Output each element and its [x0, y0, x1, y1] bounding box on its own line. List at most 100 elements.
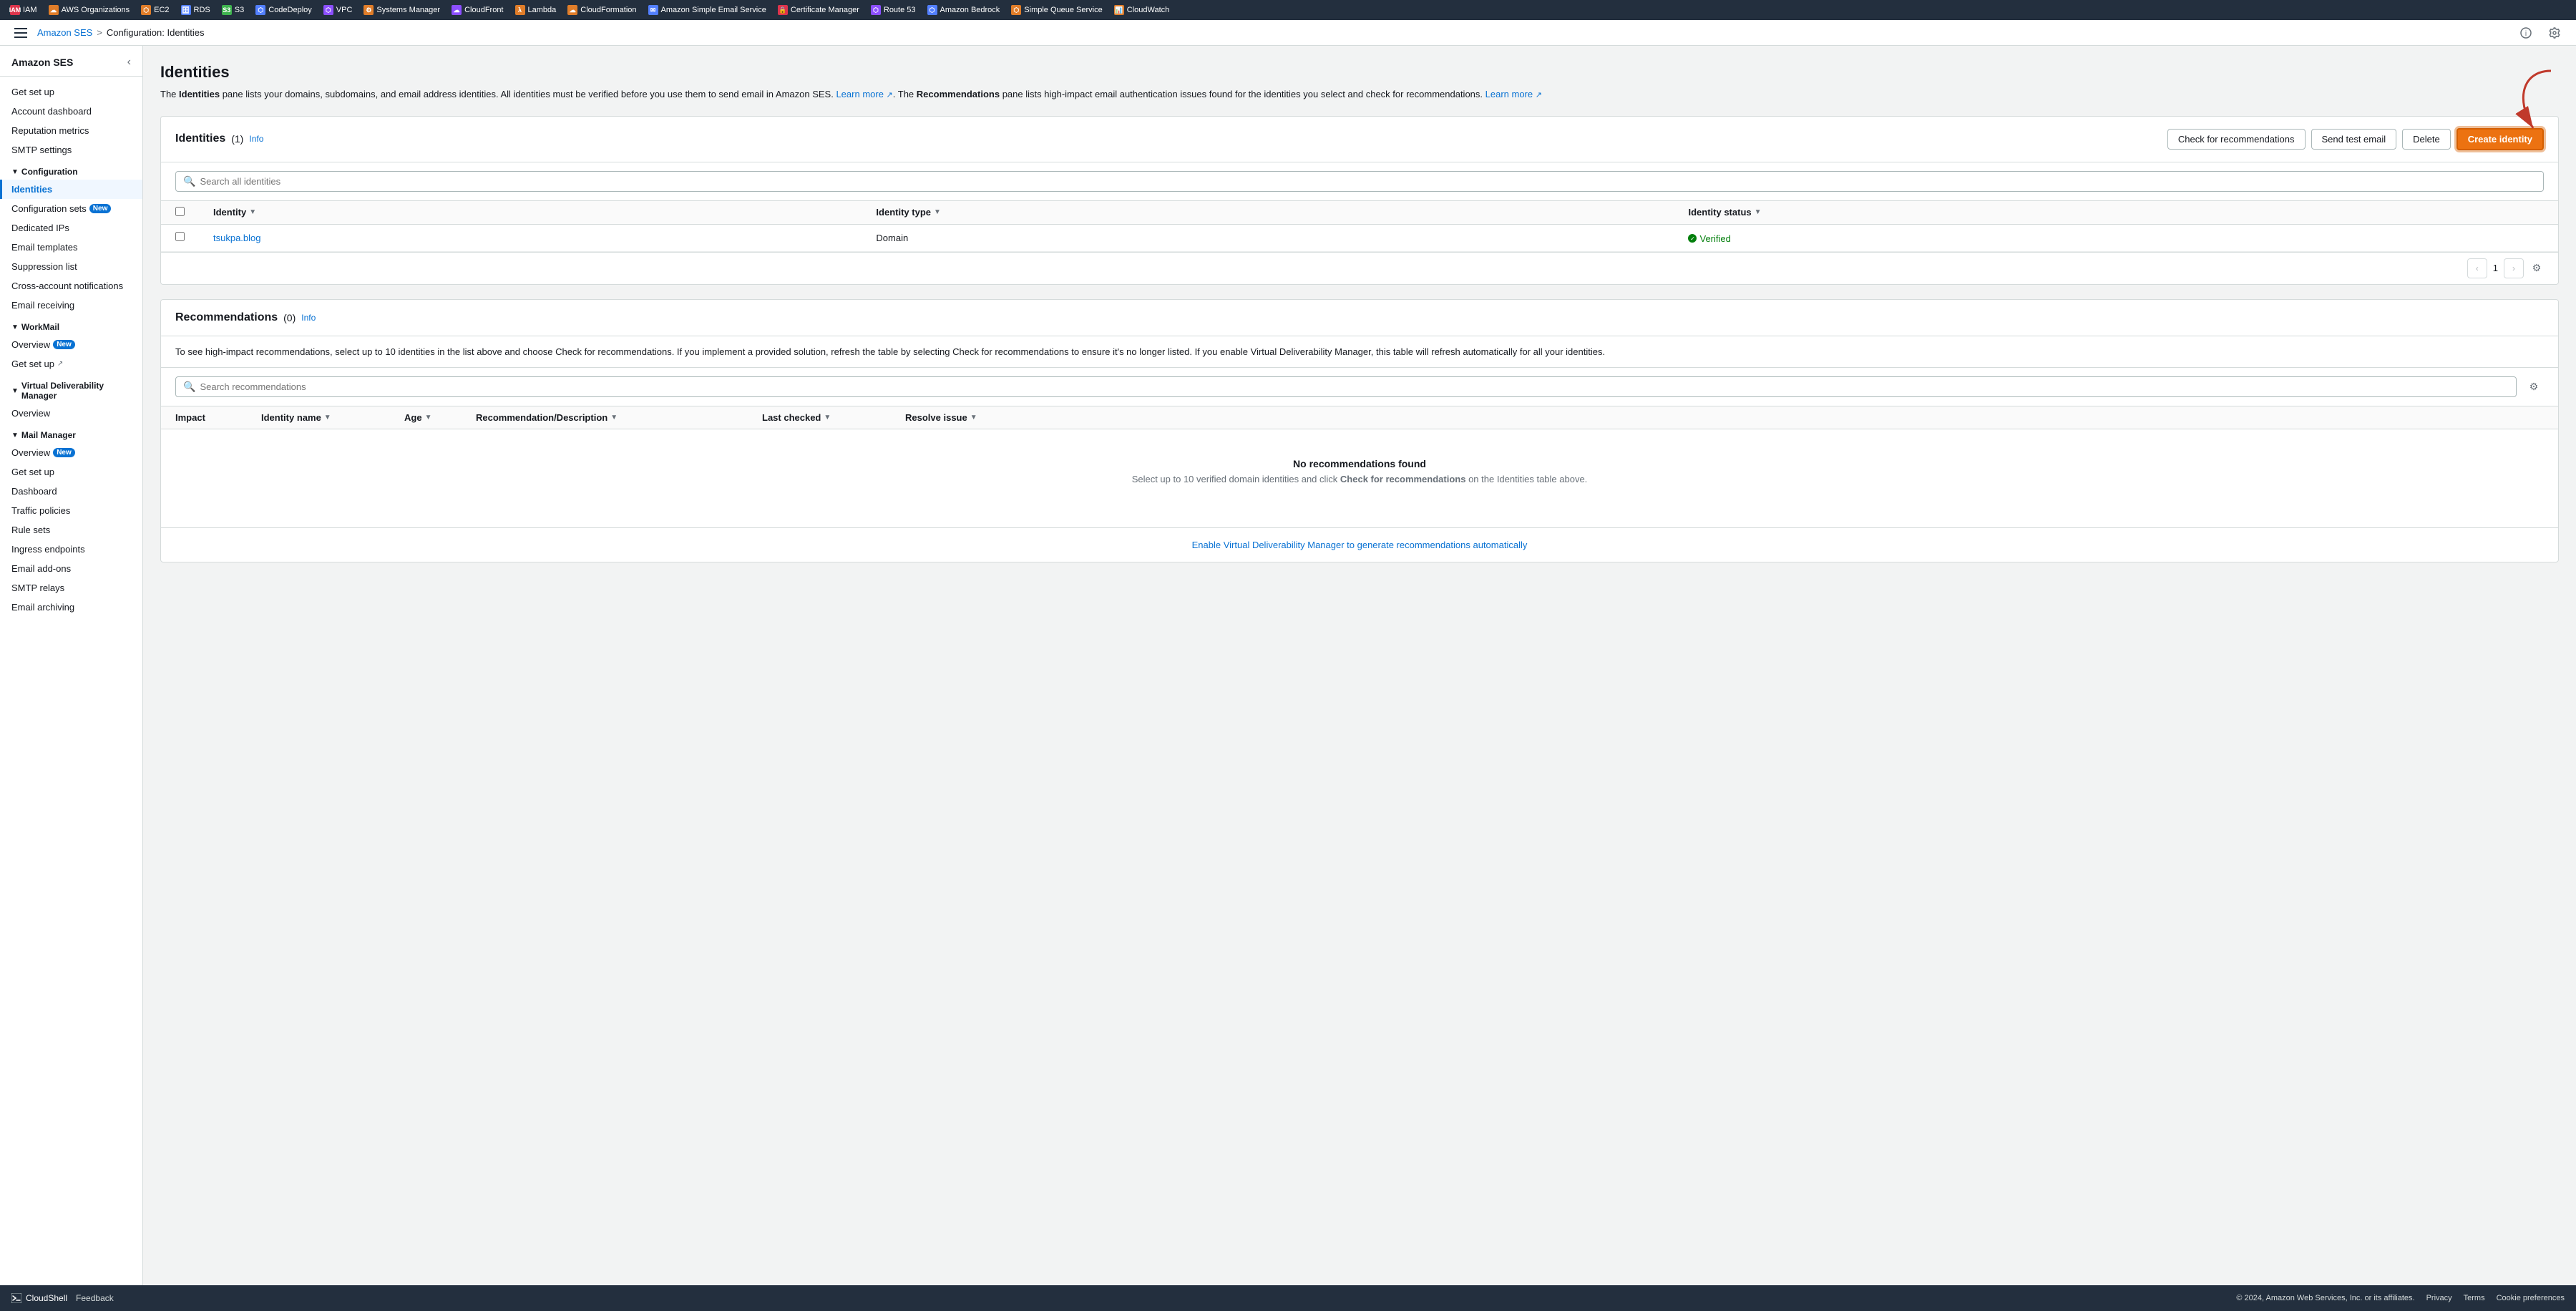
footer-right: © 2024, Amazon Web Services, Inc. or its…: [2236, 1294, 2565, 1302]
sidebar-item-identities[interactable]: Identities: [0, 180, 142, 199]
identity-name-sort[interactable]: Identity name ▼: [261, 412, 331, 423]
learn-more-link-2[interactable]: Learn more ↗: [1485, 89, 1542, 99]
nav-systems-manager[interactable]: ⚙ Systems Manager: [359, 4, 444, 16]
sidebar-item-suppression-list[interactable]: Suppression list: [0, 257, 142, 276]
nav-cloudfront[interactable]: ☁ CloudFront: [447, 4, 507, 16]
identity-sort-icon: ▼: [249, 208, 256, 216]
last-checked-col-header[interactable]: Last checked ▼: [748, 406, 891, 429]
check-recommendations-button[interactable]: Check for recommendations: [2167, 129, 2306, 150]
sidebar-item-mail-manager-dashboard[interactable]: Dashboard: [0, 482, 142, 501]
delete-button[interactable]: Delete: [2402, 129, 2451, 150]
identity-status-sort[interactable]: Identity status ▼: [1688, 207, 1761, 218]
cloudshell-button[interactable]: CloudShell: [11, 1293, 67, 1303]
nav-cloudformation[interactable]: ☁ CloudFormation: [563, 4, 640, 16]
last-checked-sort[interactable]: Last checked ▼: [762, 412, 831, 423]
nav-s3[interactable]: S3 S3: [218, 4, 248, 16]
nav-lambda[interactable]: λ Lambda: [511, 4, 561, 16]
info-button[interactable]: i: [2516, 23, 2536, 43]
sidebar-item-reputation-metrics[interactable]: Reputation metrics: [0, 121, 142, 140]
learn-more-link-1[interactable]: Learn more ↗: [836, 89, 892, 99]
identity-name-col-header[interactable]: Identity name ▼: [247, 406, 390, 429]
enable-vdm-link[interactable]: Enable Virtual Deliverability Manager to…: [161, 527, 2558, 562]
sidebar-item-smtp-settings[interactable]: SMTP settings: [0, 140, 142, 160]
nav-codedeploy[interactable]: ⬡ CodeDeploy: [251, 4, 316, 16]
sidebar-collapse-button[interactable]: ‹: [127, 56, 131, 69]
sidebar-item-workmail-getsetup[interactable]: Get set up ↗: [0, 354, 142, 374]
sidebar-item-mail-manager-overview[interactable]: Overview New: [0, 443, 142, 462]
identity-type-sort[interactable]: Identity type ▼: [876, 207, 940, 218]
feedback-button[interactable]: Feedback: [76, 1293, 114, 1303]
sidebar-item-email-add-ons[interactable]: Email add-ons: [0, 559, 142, 578]
sidebar-item-dedicated-ips[interactable]: Dedicated IPs: [0, 218, 142, 238]
recommendations-info-link[interactable]: Info: [301, 313, 316, 323]
breadcrumb-ses-link[interactable]: Amazon SES: [37, 27, 92, 38]
recommendations-search-input[interactable]: [200, 381, 2509, 392]
resolve-issue-sort[interactable]: Resolve issue ▼: [905, 412, 977, 423]
sidebar-item-cross-account[interactable]: Cross-account notifications: [0, 276, 142, 296]
recommendations-settings-icon[interactable]: ⚙: [2524, 377, 2544, 397]
nav-vpc[interactable]: ⬡ VPC: [319, 4, 357, 16]
identities-info-link[interactable]: Info: [249, 134, 263, 144]
row-checkbox[interactable]: [175, 232, 185, 241]
create-identity-button[interactable]: Create identity: [2457, 128, 2544, 150]
sidebar-item-get-set-up[interactable]: Get set up: [0, 82, 142, 102]
sidebar-item-rule-sets[interactable]: Rule sets: [0, 520, 142, 540]
sidebar-section-vdm[interactable]: ▼ Virtual Deliverability Manager: [0, 374, 142, 404]
cloudshell-label: CloudShell: [26, 1293, 67, 1303]
sidebar-item-vdm-overview[interactable]: Overview: [0, 404, 142, 423]
identities-search-box[interactable]: 🔍: [175, 171, 2544, 192]
identity-type-sort-icon: ▼: [934, 208, 941, 216]
nav-iam[interactable]: IAM IAM: [6, 4, 42, 16]
sidebar-item-email-receiving[interactable]: Email receiving: [0, 296, 142, 315]
pagination-settings-icon[interactable]: ⚙: [2527, 258, 2547, 278]
iam-icon: IAM: [10, 5, 20, 15]
hamburger-button[interactable]: [11, 23, 31, 43]
pagination-prev-button[interactable]: ‹: [2467, 258, 2487, 278]
sidebar-item-account-dashboard[interactable]: Account dashboard: [0, 102, 142, 121]
sidebar-section-workmail[interactable]: ▼ WorkMail: [0, 315, 142, 335]
recommendation-sort[interactable]: Recommendation/Description ▼: [476, 412, 618, 423]
identity-status-col-header[interactable]: Identity status ▼: [1674, 200, 2558, 224]
recommendation-col-header[interactable]: Recommendation/Description ▼: [462, 406, 748, 429]
sidebar-item-configuration-sets[interactable]: Configuration sets New: [0, 199, 142, 218]
nav-organizations[interactable]: ☁ AWS Organizations: [44, 4, 135, 16]
age-sort[interactable]: Age ▼: [404, 412, 431, 423]
nav-route53[interactable]: ⬡ Route 53: [867, 4, 920, 16]
sidebar-item-ingress-endpoints[interactable]: Ingress endpoints: [0, 540, 142, 559]
sidebar-item-smtp-relays[interactable]: SMTP relays: [0, 578, 142, 598]
send-test-email-button[interactable]: Send test email: [2311, 129, 2397, 150]
external-link-icon: ↗: [57, 360, 63, 368]
nav-bedrock[interactable]: ⬡ Amazon Bedrock: [923, 4, 1005, 16]
identities-search-input[interactable]: [200, 176, 2536, 187]
terms-link[interactable]: Terms: [2464, 1294, 2485, 1302]
sidebar-item-email-archiving[interactable]: Email archiving: [0, 598, 142, 617]
sidebar-item-email-templates[interactable]: Email templates: [0, 238, 142, 257]
select-all-checkbox[interactable]: [175, 207, 185, 216]
identity-name-sort-icon: ▼: [324, 414, 331, 421]
identity-col-header[interactable]: Identity ▼: [199, 200, 862, 224]
nav-ec2[interactable]: ⬡ EC2: [137, 4, 173, 16]
identity-type-col-header[interactable]: Identity type ▼: [862, 200, 1674, 224]
sidebar-item-workmail-overview[interactable]: Overview New: [0, 335, 142, 354]
nav-cloudwatch[interactable]: 📊 CloudWatch: [1110, 4, 1174, 16]
identity-sort[interactable]: Identity ▼: [213, 207, 256, 218]
nav-rds[interactable]: 🗄 RDS: [177, 4, 215, 16]
cookie-preferences-link[interactable]: Cookie preferences: [2497, 1294, 2565, 1302]
privacy-link[interactable]: Privacy: [2426, 1294, 2452, 1302]
resolve-issue-col-header[interactable]: Resolve issue ▼: [891, 406, 2558, 429]
sidebar-item-mail-manager-getsetup[interactable]: Get set up: [0, 462, 142, 482]
sidebar-section-configuration[interactable]: ▼ Configuration: [0, 160, 142, 180]
nav-ses[interactable]: ✉ Amazon Simple Email Service: [644, 4, 771, 16]
age-col-header[interactable]: Age ▼: [390, 406, 462, 429]
sidebar-title: Amazon SES: [11, 57, 73, 68]
recommendations-search-box[interactable]: 🔍: [175, 376, 2517, 397]
nav-certificate-manager[interactable]: 🔒 Certificate Manager: [774, 4, 864, 16]
nav-sqs[interactable]: ⬡ Simple Queue Service: [1007, 4, 1106, 16]
identity-link[interactable]: tsukpa.blog: [213, 233, 261, 243]
pagination-next-button[interactable]: ›: [2504, 258, 2524, 278]
recommendation-sort-icon: ▼: [610, 414, 618, 421]
settings-button[interactable]: [2545, 23, 2565, 43]
sidebar-section-mail-manager[interactable]: ▼ Mail Manager: [0, 423, 142, 443]
empty-state-description: Select up to 10 verified domain identiti…: [175, 474, 2544, 484]
sidebar-item-traffic-policies[interactable]: Traffic policies: [0, 501, 142, 520]
